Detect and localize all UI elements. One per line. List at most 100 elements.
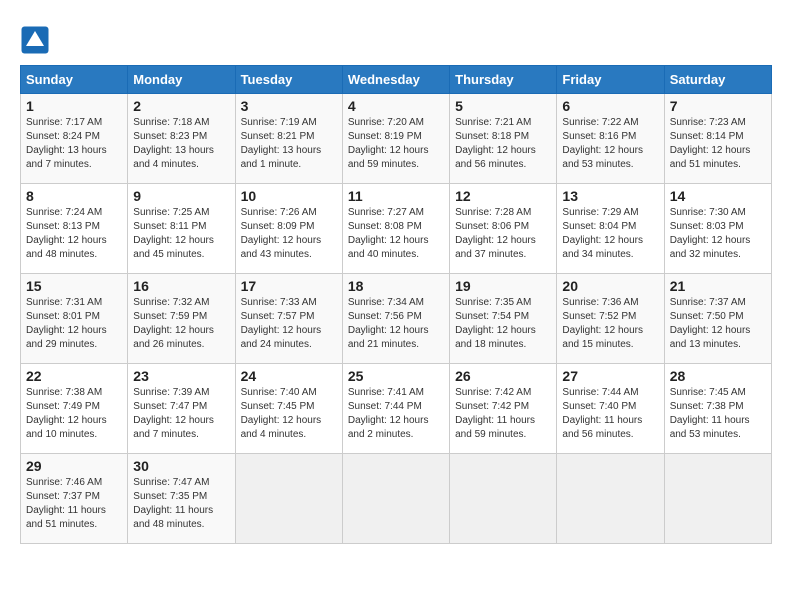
day-cell: 26 Sunrise: 7:42 AM Sunset: 7:42 PM Dayli… xyxy=(450,364,557,454)
day-cell: 8 Sunrise: 7:24 AM Sunset: 8:13 PM Daylig… xyxy=(21,184,128,274)
week-row-5: 29 Sunrise: 7:46 AM Sunset: 7:37 PM Dayli… xyxy=(21,454,772,544)
day-cell: 14 Sunrise: 7:30 AM Sunset: 8:03 PM Dayli… xyxy=(664,184,771,274)
day-info: Sunrise: 7:32 AM Sunset: 7:59 PM Dayligh… xyxy=(133,296,229,352)
day-number: 26 xyxy=(455,368,551,384)
day-info: Sunrise: 7:45 AM Sunset: 7:38 PM Dayligh… xyxy=(670,386,766,442)
day-number: 12 xyxy=(455,188,551,204)
day-cell: 2 Sunrise: 7:18 AM Sunset: 8:23 PM Daylig… xyxy=(128,94,235,184)
day-cell: 7 Sunrise: 7:23 AM Sunset: 8:14 PM Daylig… xyxy=(664,94,771,184)
day-cell: 20Sunrise: 7:36 AM Sunset: 7:52 PM Dayli… xyxy=(557,274,664,364)
day-cell: 23 Sunrise: 7:39 AM Sunset: 7:47 PM Dayli… xyxy=(128,364,235,454)
day-info: Sunrise: 7:34 AM Sunset: 7:56 PM Dayligh… xyxy=(348,296,444,352)
day-info: Sunrise: 7:44 AM Sunset: 7:40 PM Dayligh… xyxy=(562,386,658,442)
day-number: 2 xyxy=(133,98,229,114)
day-info: Sunrise: 7:27 AM Sunset: 8:08 PM Dayligh… xyxy=(348,206,444,262)
col-header-friday: Friday xyxy=(557,66,664,94)
day-cell: 24 Sunrise: 7:40 AM Sunset: 7:45 PM Dayli… xyxy=(235,364,342,454)
day-info: Sunrise: 7:28 AM Sunset: 8:06 PM Dayligh… xyxy=(455,206,551,262)
day-cell xyxy=(342,454,449,544)
day-cell: 29 Sunrise: 7:46 AM Sunset: 7:37 PM Dayli… xyxy=(21,454,128,544)
day-number: 14 xyxy=(670,188,766,204)
calendar-table: SundayMondayTuesdayWednesdayThursdayFrid… xyxy=(20,65,772,544)
day-cell: 28 Sunrise: 7:45 AM Sunset: 7:38 PM Dayli… xyxy=(664,364,771,454)
day-number: 15 xyxy=(26,278,122,294)
col-header-wednesday: Wednesday xyxy=(342,66,449,94)
day-cell: 4Sunrise: 7:20 AM Sunset: 8:19 PM Daylig… xyxy=(342,94,449,184)
day-number: 5 xyxy=(455,98,551,114)
day-cell: 16Sunrise: 7:32 AM Sunset: 7:59 PM Dayli… xyxy=(128,274,235,364)
day-cell xyxy=(450,454,557,544)
day-cell: 12 Sunrise: 7:28 AM Sunset: 8:06 PM Dayli… xyxy=(450,184,557,274)
day-cell: 22 Sunrise: 7:38 AM Sunset: 7:49 PM Dayli… xyxy=(21,364,128,454)
day-number: 30 xyxy=(133,458,229,474)
day-info: Sunrise: 7:22 AM Sunset: 8:16 PM Dayligh… xyxy=(562,116,658,172)
day-number: 29 xyxy=(26,458,122,474)
day-cell: 21 Sunrise: 7:37 AM Sunset: 7:50 PM Dayli… xyxy=(664,274,771,364)
day-number: 25 xyxy=(348,368,444,384)
day-info: Sunrise: 7:24 AM Sunset: 8:13 PM Dayligh… xyxy=(26,206,122,262)
day-info: Sunrise: 7:38 AM Sunset: 7:49 PM Dayligh… xyxy=(26,386,122,442)
day-info: Sunrise: 7:25 AM Sunset: 8:11 PM Dayligh… xyxy=(133,206,229,262)
day-number: 1 xyxy=(26,98,122,114)
day-cell: 10 Sunrise: 7:26 AM Sunset: 8:09 PM Dayli… xyxy=(235,184,342,274)
col-header-tuesday: Tuesday xyxy=(235,66,342,94)
week-row-1: 1 Sunrise: 7:17 AM Sunset: 8:24 PM Daylig… xyxy=(21,94,772,184)
day-info: Sunrise: 7:30 AM Sunset: 8:03 PM Dayligh… xyxy=(670,206,766,262)
day-number: 8 xyxy=(26,188,122,204)
day-info: Sunrise: 7:26 AM Sunset: 8:09 PM Dayligh… xyxy=(241,206,337,262)
week-row-3: 15 Sunrise: 7:31 AM Sunset: 8:01 PM Dayli… xyxy=(21,274,772,364)
day-number: 13 xyxy=(562,188,658,204)
day-info: Sunrise: 7:41 AM Sunset: 7:44 PM Dayligh… xyxy=(348,386,444,442)
day-cell: 3 Sunrise: 7:19 AM Sunset: 8:21 PM Daylig… xyxy=(235,94,342,184)
day-cell xyxy=(235,454,342,544)
day-number: 7 xyxy=(670,98,766,114)
day-cell: 6 Sunrise: 7:22 AM Sunset: 8:16 PM Daylig… xyxy=(557,94,664,184)
day-number: 19 xyxy=(455,278,551,294)
day-cell: 9 Sunrise: 7:25 AM Sunset: 8:11 PM Daylig… xyxy=(128,184,235,274)
day-info: Sunrise: 7:39 AM Sunset: 7:47 PM Dayligh… xyxy=(133,386,229,442)
day-number: 11 xyxy=(348,188,444,204)
day-info: Sunrise: 7:35 AM Sunset: 7:54 PM Dayligh… xyxy=(455,296,551,352)
day-cell xyxy=(557,454,664,544)
day-info: Sunrise: 7:47 AM Sunset: 7:35 PM Dayligh… xyxy=(133,476,229,532)
day-info: Sunrise: 7:17 AM Sunset: 8:24 PM Dayligh… xyxy=(26,116,122,172)
col-header-sunday: Sunday xyxy=(21,66,128,94)
week-row-4: 22 Sunrise: 7:38 AM Sunset: 7:49 PM Dayli… xyxy=(21,364,772,454)
day-info: Sunrise: 7:21 AM Sunset: 8:18 PM Dayligh… xyxy=(455,116,551,172)
day-number: 3 xyxy=(241,98,337,114)
day-number: 28 xyxy=(670,368,766,384)
day-info: Sunrise: 7:31 AM Sunset: 8:01 PM Dayligh… xyxy=(26,296,122,352)
day-number: 18 xyxy=(348,278,444,294)
day-number: 9 xyxy=(133,188,229,204)
day-info: Sunrise: 7:37 AM Sunset: 7:50 PM Dayligh… xyxy=(670,296,766,352)
header-row: SundayMondayTuesdayWednesdayThursdayFrid… xyxy=(21,66,772,94)
page-header xyxy=(20,20,772,55)
day-number: 21 xyxy=(670,278,766,294)
day-cell: 30 Sunrise: 7:47 AM Sunset: 7:35 PM Dayli… xyxy=(128,454,235,544)
day-cell: 27 Sunrise: 7:44 AM Sunset: 7:40 PM Dayli… xyxy=(557,364,664,454)
day-cell: 1 Sunrise: 7:17 AM Sunset: 8:24 PM Daylig… xyxy=(21,94,128,184)
col-header-saturday: Saturday xyxy=(664,66,771,94)
day-cell: 13Sunrise: 7:29 AM Sunset: 8:04 PM Dayli… xyxy=(557,184,664,274)
day-number: 24 xyxy=(241,368,337,384)
day-cell: 19 Sunrise: 7:35 AM Sunset: 7:54 PM Dayli… xyxy=(450,274,557,364)
day-cell: 15 Sunrise: 7:31 AM Sunset: 8:01 PM Dayli… xyxy=(21,274,128,364)
day-info: Sunrise: 7:46 AM Sunset: 7:37 PM Dayligh… xyxy=(26,476,122,532)
day-info: Sunrise: 7:23 AM Sunset: 8:14 PM Dayligh… xyxy=(670,116,766,172)
day-number: 6 xyxy=(562,98,658,114)
day-number: 22 xyxy=(26,368,122,384)
day-info: Sunrise: 7:40 AM Sunset: 7:45 PM Dayligh… xyxy=(241,386,337,442)
day-number: 27 xyxy=(562,368,658,384)
day-cell: 11 Sunrise: 7:27 AM Sunset: 8:08 PM Dayli… xyxy=(342,184,449,274)
day-info: Sunrise: 7:18 AM Sunset: 8:23 PM Dayligh… xyxy=(133,116,229,172)
day-number: 20 xyxy=(562,278,658,294)
day-number: 23 xyxy=(133,368,229,384)
day-info: Sunrise: 7:19 AM Sunset: 8:21 PM Dayligh… xyxy=(241,116,337,172)
day-number: 10 xyxy=(241,188,337,204)
day-number: 17 xyxy=(241,278,337,294)
day-info: Sunrise: 7:20 AM Sunset: 8:19 PM Dayligh… xyxy=(348,116,444,172)
day-cell: 5 Sunrise: 7:21 AM Sunset: 8:18 PM Daylig… xyxy=(450,94,557,184)
week-row-2: 8 Sunrise: 7:24 AM Sunset: 8:13 PM Daylig… xyxy=(21,184,772,274)
col-header-thursday: Thursday xyxy=(450,66,557,94)
day-info: Sunrise: 7:42 AM Sunset: 7:42 PM Dayligh… xyxy=(455,386,551,442)
